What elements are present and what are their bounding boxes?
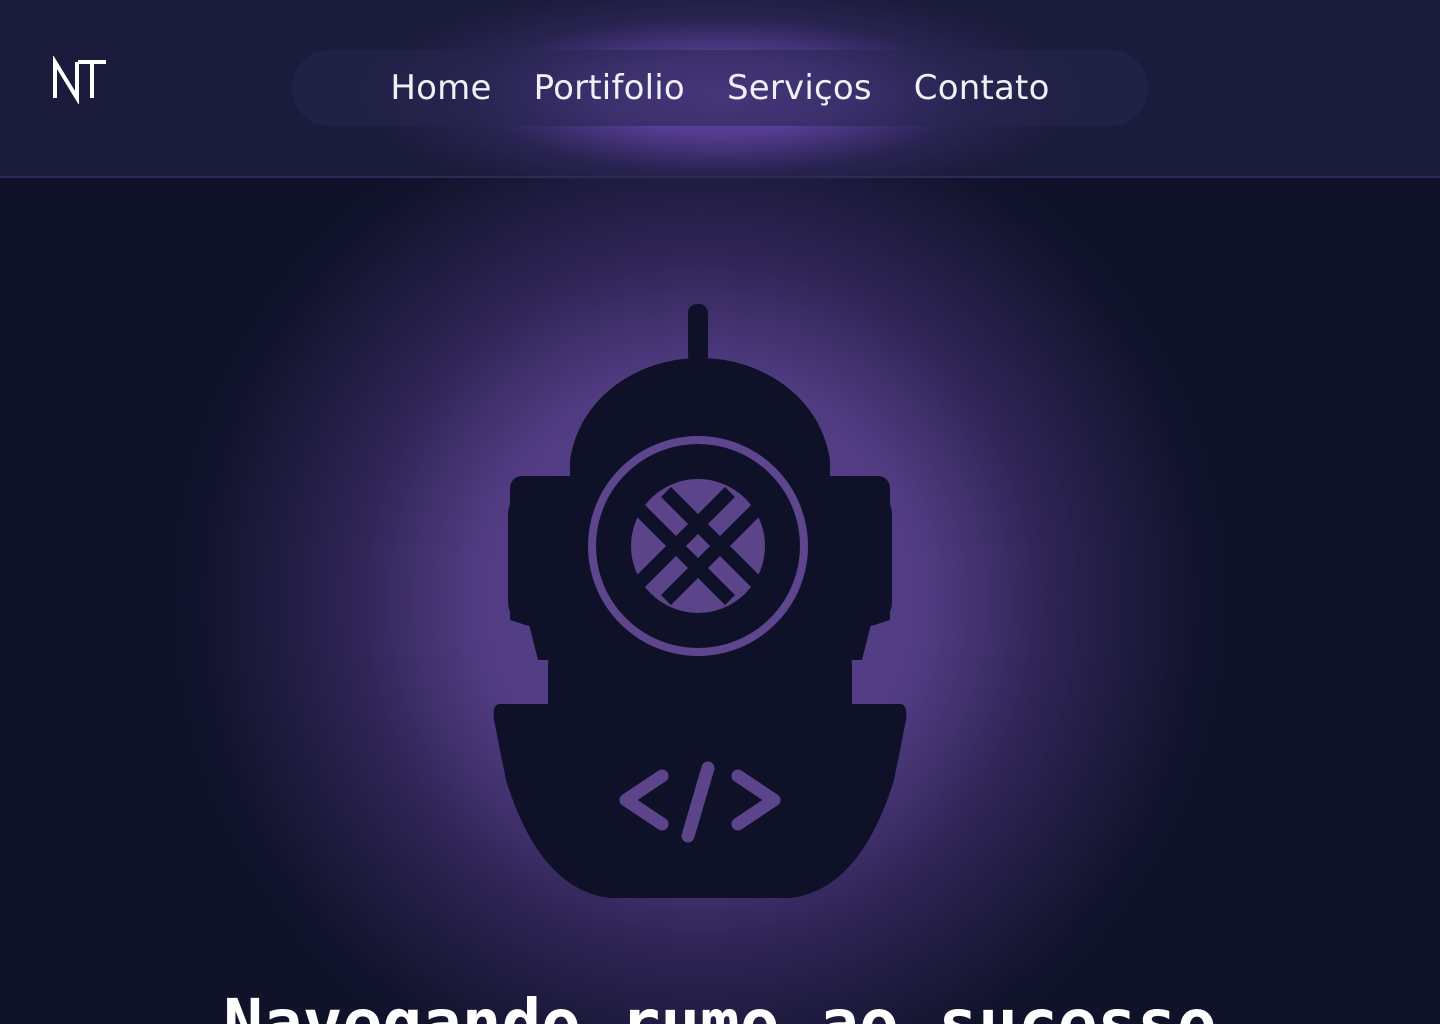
nt-logo-icon <box>53 54 106 106</box>
nt-logo[interactable] <box>50 54 110 106</box>
nav-servicos[interactable]: Serviços <box>727 68 872 108</box>
nav-contato[interactable]: Contato <box>914 68 1050 108</box>
nav-home[interactable]: Home <box>390 68 491 108</box>
hero-title: Navegando rumo ao sucesso <box>223 985 1217 1024</box>
page: Home Portifolio Serviços Contato Navegan… <box>0 0 1440 1024</box>
main-nav: Home Portifolio Serviços Contato <box>292 50 1148 126</box>
nav-portifolio[interactable]: Portifolio <box>534 68 685 108</box>
site-header: Home Portifolio Serviços Contato <box>0 0 1440 178</box>
diving-helmet-code-icon <box>493 304 907 898</box>
